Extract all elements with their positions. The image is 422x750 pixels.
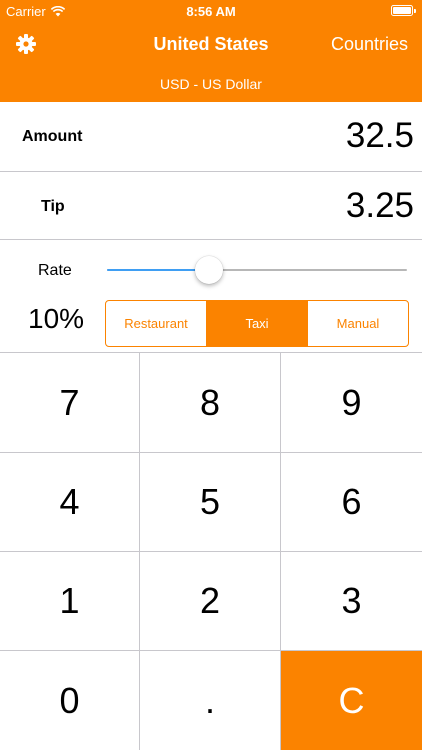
amount-row: Amount 32.5 bbox=[0, 102, 422, 172]
key-3[interactable]: 3 bbox=[281, 552, 422, 651]
key-9[interactable]: 9 bbox=[281, 353, 422, 453]
countries-button[interactable]: Countries bbox=[331, 34, 408, 55]
key-8[interactable]: 8 bbox=[140, 353, 281, 453]
status-bar: Carrier 8:56 AM bbox=[0, 0, 422, 22]
number-keypad: 7 8 9 4 5 6 1 2 3 0 . C bbox=[0, 352, 422, 750]
amount-field[interactable]: 32.5 bbox=[346, 116, 414, 156]
tip-row: Tip 3.25 bbox=[0, 172, 422, 240]
key-2[interactable]: 2 bbox=[140, 552, 281, 651]
key-6[interactable]: 6 bbox=[281, 453, 422, 552]
rate-label: Rate bbox=[38, 262, 72, 279]
header-bar: Carrier 8:56 AM United States Countries … bbox=[0, 0, 422, 102]
tip-value: 3.25 bbox=[345, 186, 414, 225]
slider-fill bbox=[107, 269, 209, 271]
key-7[interactable]: 7 bbox=[0, 353, 140, 453]
rate-slider[interactable] bbox=[107, 255, 407, 285]
segment-restaurant[interactable]: Restaurant bbox=[106, 301, 206, 346]
status-time: 8:56 AM bbox=[186, 4, 236, 19]
key-decimal[interactable]: . bbox=[140, 651, 281, 750]
slider-thumb[interactable] bbox=[195, 256, 223, 284]
rate-percent: 10% bbox=[28, 303, 85, 334]
key-4[interactable]: 4 bbox=[0, 453, 140, 552]
segment-taxi[interactable]: Taxi bbox=[206, 301, 307, 346]
key-1[interactable]: 1 bbox=[0, 552, 140, 651]
key-0[interactable]: 0 bbox=[0, 651, 140, 750]
clear-button[interactable]: C bbox=[281, 651, 422, 750]
tip-mode-segmented-control: Restaurant Taxi Manual bbox=[105, 300, 409, 347]
amount-label: Amount bbox=[22, 128, 83, 145]
navigation-bar: United States Countries bbox=[0, 22, 422, 66]
key-5[interactable]: 5 bbox=[140, 453, 281, 552]
segment-manual[interactable]: Manual bbox=[307, 301, 408, 346]
currency-label: USD - US Dollar bbox=[160, 76, 262, 92]
tip-label: Tip bbox=[41, 198, 65, 215]
battery-icon bbox=[391, 5, 416, 16]
